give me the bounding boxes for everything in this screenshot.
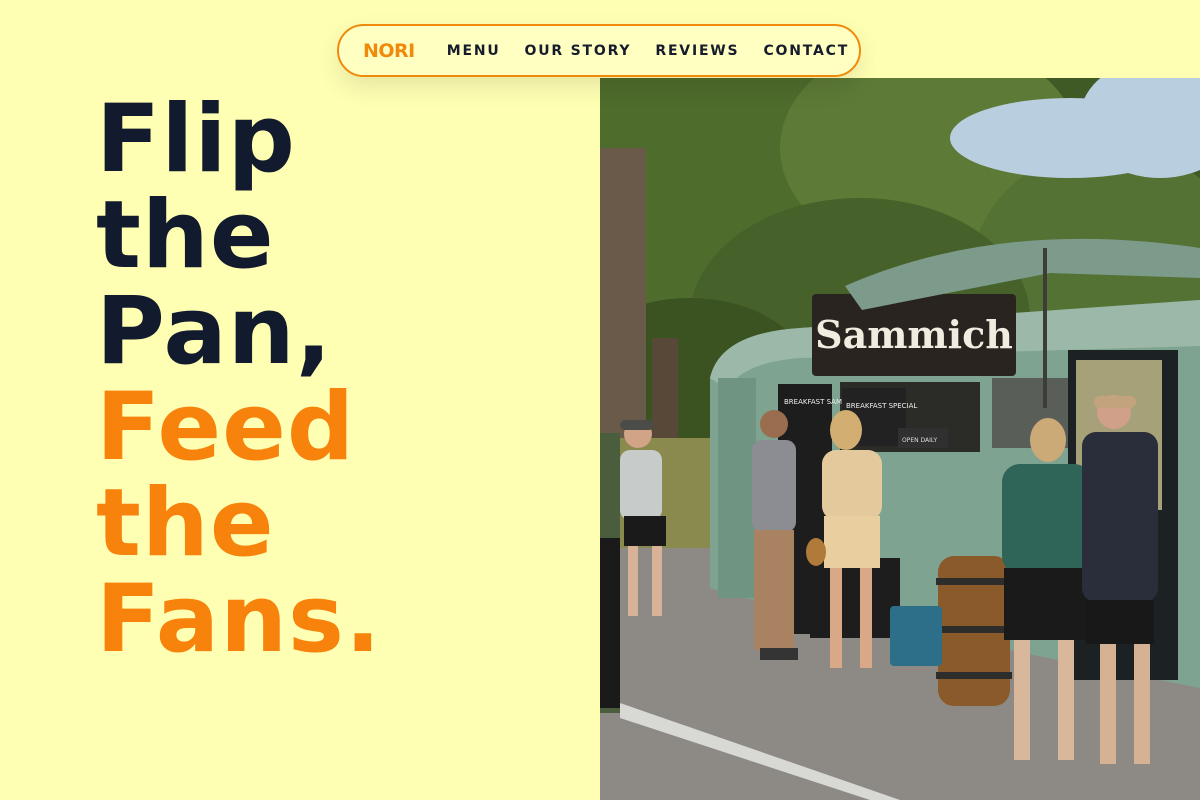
- headline-line-3: Pan,: [96, 277, 333, 386]
- headline-accent-line-3: Fans.: [96, 565, 382, 674]
- headline-line-2: the: [96, 181, 275, 290]
- hero-headline: Flip the Pan, Feed the Fans.: [96, 92, 382, 668]
- food-truck-photo: Sammich BREAKFAST SAMMICHES BREAKFAST SP…: [600, 78, 1200, 800]
- headline-accent-line-1: Feed: [96, 373, 356, 482]
- truck-sign-text: Sammich: [815, 312, 1013, 357]
- headline-line-1: Flip: [96, 85, 296, 194]
- board-right-text: BREAKFAST SPECIAL: [846, 402, 917, 410]
- nav-link-menu[interactable]: MENU: [447, 43, 501, 59]
- nav-link-contact[interactable]: CONTACT: [763, 43, 849, 59]
- nav-link-our-story[interactable]: OUR STORY: [525, 43, 632, 59]
- brand-logo[interactable]: NORI: [363, 40, 415, 62]
- nav-link-reviews[interactable]: REVIEWS: [655, 43, 739, 59]
- board-open-text: OPEN DAILY: [902, 437, 937, 444]
- headline-accent-line-2: the: [96, 469, 275, 578]
- top-nav: NORI MENU OUR STORY REVIEWS CONTACT: [337, 24, 861, 77]
